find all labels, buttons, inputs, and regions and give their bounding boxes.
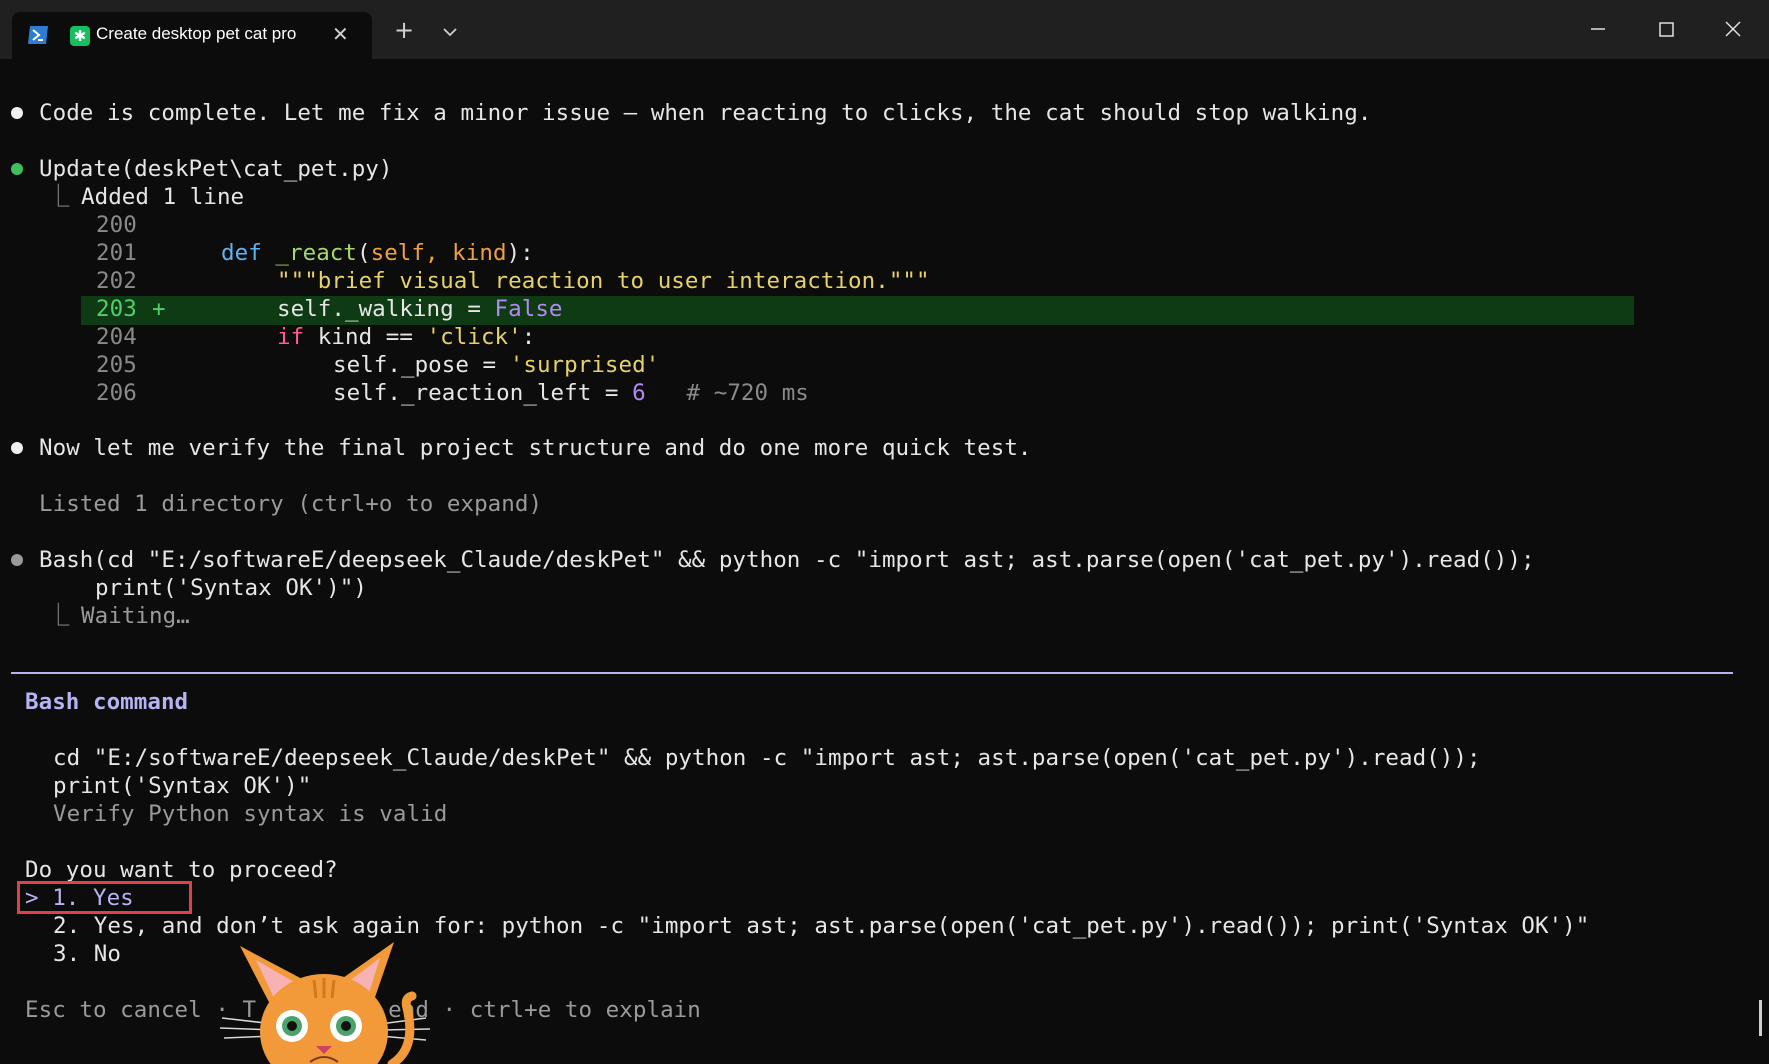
- line-number: 204: [96, 324, 137, 350]
- bash-tool-call-cont: print('Syntax OK')"): [95, 575, 367, 601]
- powershell-icon: [28, 26, 48, 44]
- pending-bullet: [11, 554, 23, 566]
- cat-pet-icon[interactable]: [212, 928, 442, 1064]
- prompt-command-cont: print('Syntax OK')": [53, 773, 312, 799]
- selection-highlight-box: [17, 881, 192, 914]
- code-line-206: self._reaction_left = 6 # ~720 ms: [333, 380, 809, 406]
- minimize-icon[interactable]: [1578, 14, 1618, 44]
- line-number-added: 203: [96, 296, 137, 322]
- message-bullet: [11, 107, 23, 119]
- line-number: 206: [96, 380, 137, 406]
- prompt-description: Verify Python syntax is valid: [53, 801, 448, 827]
- code-line-202: """brief visual reaction to user interac…: [277, 268, 930, 294]
- update-tool-call: Update(deskPet\cat_pet.py): [39, 156, 393, 182]
- code-line-204: if kind == 'click':: [277, 324, 536, 350]
- code-line-203: self._walking = False: [277, 296, 563, 322]
- tab-active[interactable]: ✱ Create desktop pet cat pro ✕: [12, 12, 372, 59]
- maximize-icon[interactable]: [1646, 14, 1686, 44]
- line-number: 202: [96, 268, 137, 294]
- prompt-question: Do you want to proceed?: [25, 857, 338, 883]
- claude-tab-icon: ✱: [70, 26, 90, 46]
- success-bullet: [11, 163, 23, 175]
- tree-branch-icon: ⎿: [47, 603, 70, 629]
- scrollbar-thumb[interactable]: [1759, 1000, 1762, 1036]
- title-bar: ✱ Create desktop pet cat pro ✕ +: [0, 0, 1769, 59]
- line-number: 200: [96, 212, 137, 238]
- assistant-message: Code is complete. Let me fix a minor iss…: [39, 100, 1372, 126]
- message-bullet: [11, 442, 23, 454]
- bash-tool-call: Bash(cd "E:/softwareE/deepseek_Claude/de…: [39, 547, 1535, 573]
- prompt-command: cd "E:/softwareE/deepseek_Claude/deskPet…: [53, 745, 1481, 771]
- code-line-201: def _react(self, kind):: [221, 240, 534, 266]
- line-number: 205: [96, 352, 137, 378]
- prompt-divider: [11, 672, 1733, 674]
- assistant-message: Now let me verify the final project stru…: [39, 435, 1032, 461]
- waiting-status: Waiting…: [81, 603, 190, 629]
- close-window-icon[interactable]: [1713, 14, 1753, 44]
- line-number: 201: [96, 240, 137, 266]
- chevron-down-icon[interactable]: [443, 27, 457, 37]
- diff-plus-marker: +: [152, 296, 166, 322]
- tree-branch-icon: ⎿: [47, 184, 70, 210]
- code-line-205: self._pose = 'surprised': [333, 352, 660, 378]
- tab-title: Create desktop pet cat pro: [96, 24, 297, 43]
- listed-directory[interactable]: Listed 1 directory (ctrl+o to expand): [39, 490, 542, 518]
- close-tab-icon[interactable]: ✕: [332, 22, 349, 46]
- update-summary: Added 1 line: [81, 184, 245, 210]
- option-no[interactable]: 3. No: [53, 940, 121, 968]
- new-tab-button[interactable]: +: [394, 18, 414, 42]
- prompt-title: Bash command: [25, 689, 189, 715]
